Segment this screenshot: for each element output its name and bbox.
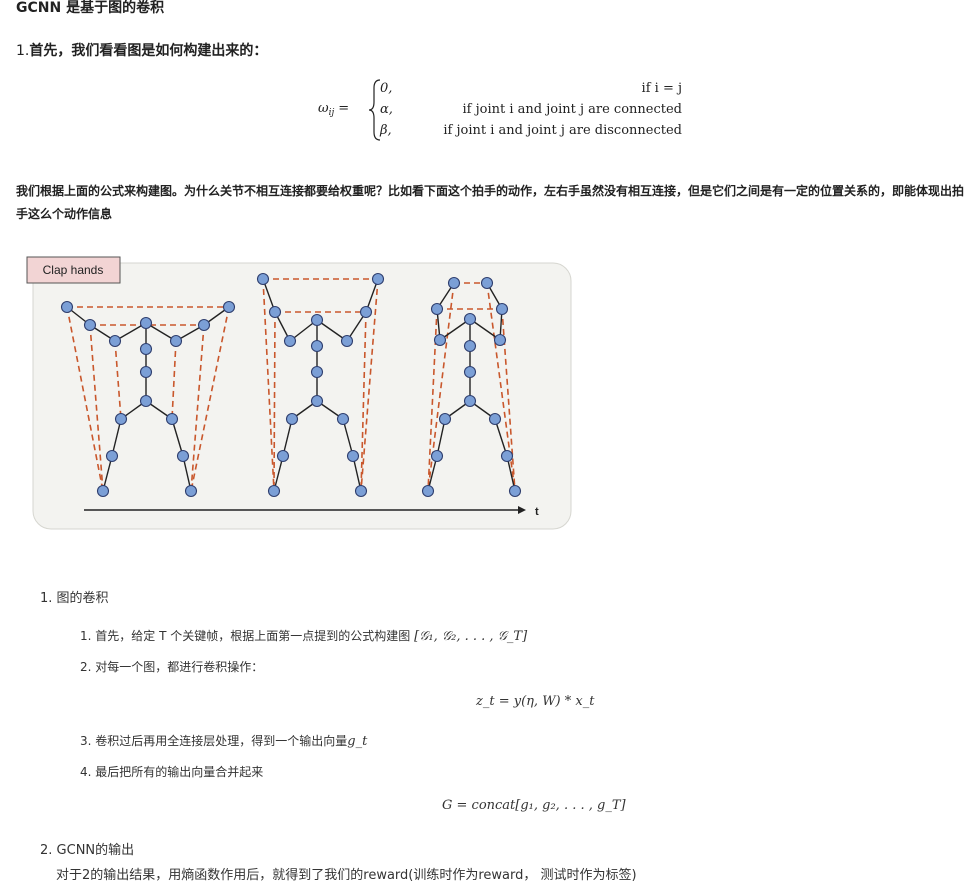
sub-list-item: 3. 卷积过后再用全连接层处理，得到一个输出向量g_t (80, 732, 367, 749)
joint-node (447, 276, 461, 290)
joint-node (438, 412, 452, 426)
list-text: 卷积过后再用全连接层处理，得到一个输出向量 (95, 734, 348, 748)
joint-node (371, 272, 385, 286)
joint-node (310, 394, 324, 408)
joint-node (60, 300, 74, 314)
joint-node (184, 484, 198, 498)
figure-label: Clap hands (43, 263, 104, 277)
list-number: 3. (80, 734, 92, 748)
joint-node (495, 302, 509, 316)
joint-node (276, 449, 290, 463)
list-number: 1. (40, 591, 53, 606)
formula-lhs: ωij = (318, 101, 349, 118)
joint-node (359, 305, 373, 319)
joint-node (108, 334, 122, 348)
list-title: 图的卷积 (56, 591, 109, 606)
weight-formula: ωij = 0, α, β, if i = j if joint i and jo… (318, 78, 688, 144)
joint-node (268, 305, 282, 319)
joint-node (176, 449, 190, 463)
case-condition: if i = j (641, 81, 682, 96)
joint-node (463, 339, 477, 353)
joint-node (500, 449, 514, 463)
list-item: 1. 图的卷积 (40, 587, 109, 606)
section-title: 首先，我们看看图是如何构建出来的： (29, 43, 268, 59)
joint-node (336, 412, 350, 426)
clap-hands-figure: Clap hands t (26, 256, 572, 532)
list-number: 1. (80, 629, 92, 643)
omega-subscript: ij (328, 108, 335, 118)
skeleton-diagram: Clap hands t (26, 256, 572, 530)
joint-node (463, 365, 477, 379)
sub-list-item: 4. 最后把所有的输出向量合并起来 (80, 763, 263, 780)
joint-node (354, 484, 368, 498)
joint-node (83, 318, 97, 332)
joint-node (430, 302, 444, 316)
joint-node (114, 412, 128, 426)
joint-node (463, 312, 477, 326)
time-axis-label: t (535, 506, 539, 518)
joint-node (310, 365, 324, 379)
joint-node (488, 412, 502, 426)
case-condition: if joint i and joint j are connected (462, 102, 682, 117)
joint-node (430, 449, 444, 463)
list-text: 首先，给定 T 个关键帧，根据上面第一点提到的公式构建图 (95, 629, 415, 643)
joint-node (480, 276, 494, 290)
list-number: 4. (80, 765, 92, 779)
graph-sequence-math: [𝒢₁, 𝒢₂, . . . , 𝒢_T] (414, 629, 528, 644)
sub-list-item: 1. 首先，给定 T 个关键帧，根据上面第一点提到的公式构建图 [𝒢₁, 𝒢₂,… (80, 627, 527, 644)
omega-symbol: ω (318, 101, 329, 116)
list-text: 对每一个图，都进行卷积操作： (95, 660, 264, 674)
section-number: 1. (16, 43, 30, 59)
equals-sign: = (338, 101, 350, 116)
joint-node (267, 484, 281, 498)
joint-node (463, 394, 477, 408)
joint-node (139, 342, 153, 356)
joint-node (433, 333, 447, 347)
list-text: 最后把所有的输出向量合并起来 (95, 765, 264, 779)
list-item: 2. GCNN的输出 (40, 839, 134, 858)
case-condition: if joint i and joint j are disconnected (443, 123, 682, 138)
joint-node (340, 334, 354, 348)
joint-node (310, 313, 324, 327)
joint-node (421, 484, 435, 498)
joint-node (139, 365, 153, 379)
joint-node (139, 394, 153, 408)
concat-formula: G = concat[g₁, g₂, . . . , g_T] (442, 798, 626, 813)
page-title: GCNN 是基于图的卷积 (16, 0, 165, 16)
output-vector-math: g_t (347, 734, 368, 749)
joint-node (285, 412, 299, 426)
joint-node (508, 484, 522, 498)
joint-node (197, 318, 211, 332)
list-title: GCNN的输出 (56, 843, 135, 858)
explanation-paragraph: 我们根据上面的公式来构建图。为什么关节不相互连接都要给权重呢？比如看下面这个拍手… (16, 184, 965, 221)
convolution-formula: z_t = y(η, W) * x_t (476, 694, 595, 709)
joint-node (105, 449, 119, 463)
joint-node (283, 334, 297, 348)
joint-node (310, 339, 324, 353)
joint-node (256, 272, 270, 286)
sub-list-item: 2. 对每一个图，都进行卷积操作： (80, 658, 263, 675)
joint-node (169, 334, 183, 348)
list-number: 2. (40, 843, 53, 858)
joint-node (493, 333, 507, 347)
joint-node (96, 484, 110, 498)
joint-node (346, 449, 360, 463)
output-description: 对于2的输出结果，用熵函数作用后，就得到了我们的reward(训练时作为rewa… (56, 868, 637, 883)
joint-node (139, 316, 153, 330)
section-heading: 1.首先，我们看看图是如何构建出来的： (16, 40, 267, 60)
joint-node (165, 412, 179, 426)
joint-node (222, 300, 236, 314)
list-number: 2. (80, 660, 92, 674)
